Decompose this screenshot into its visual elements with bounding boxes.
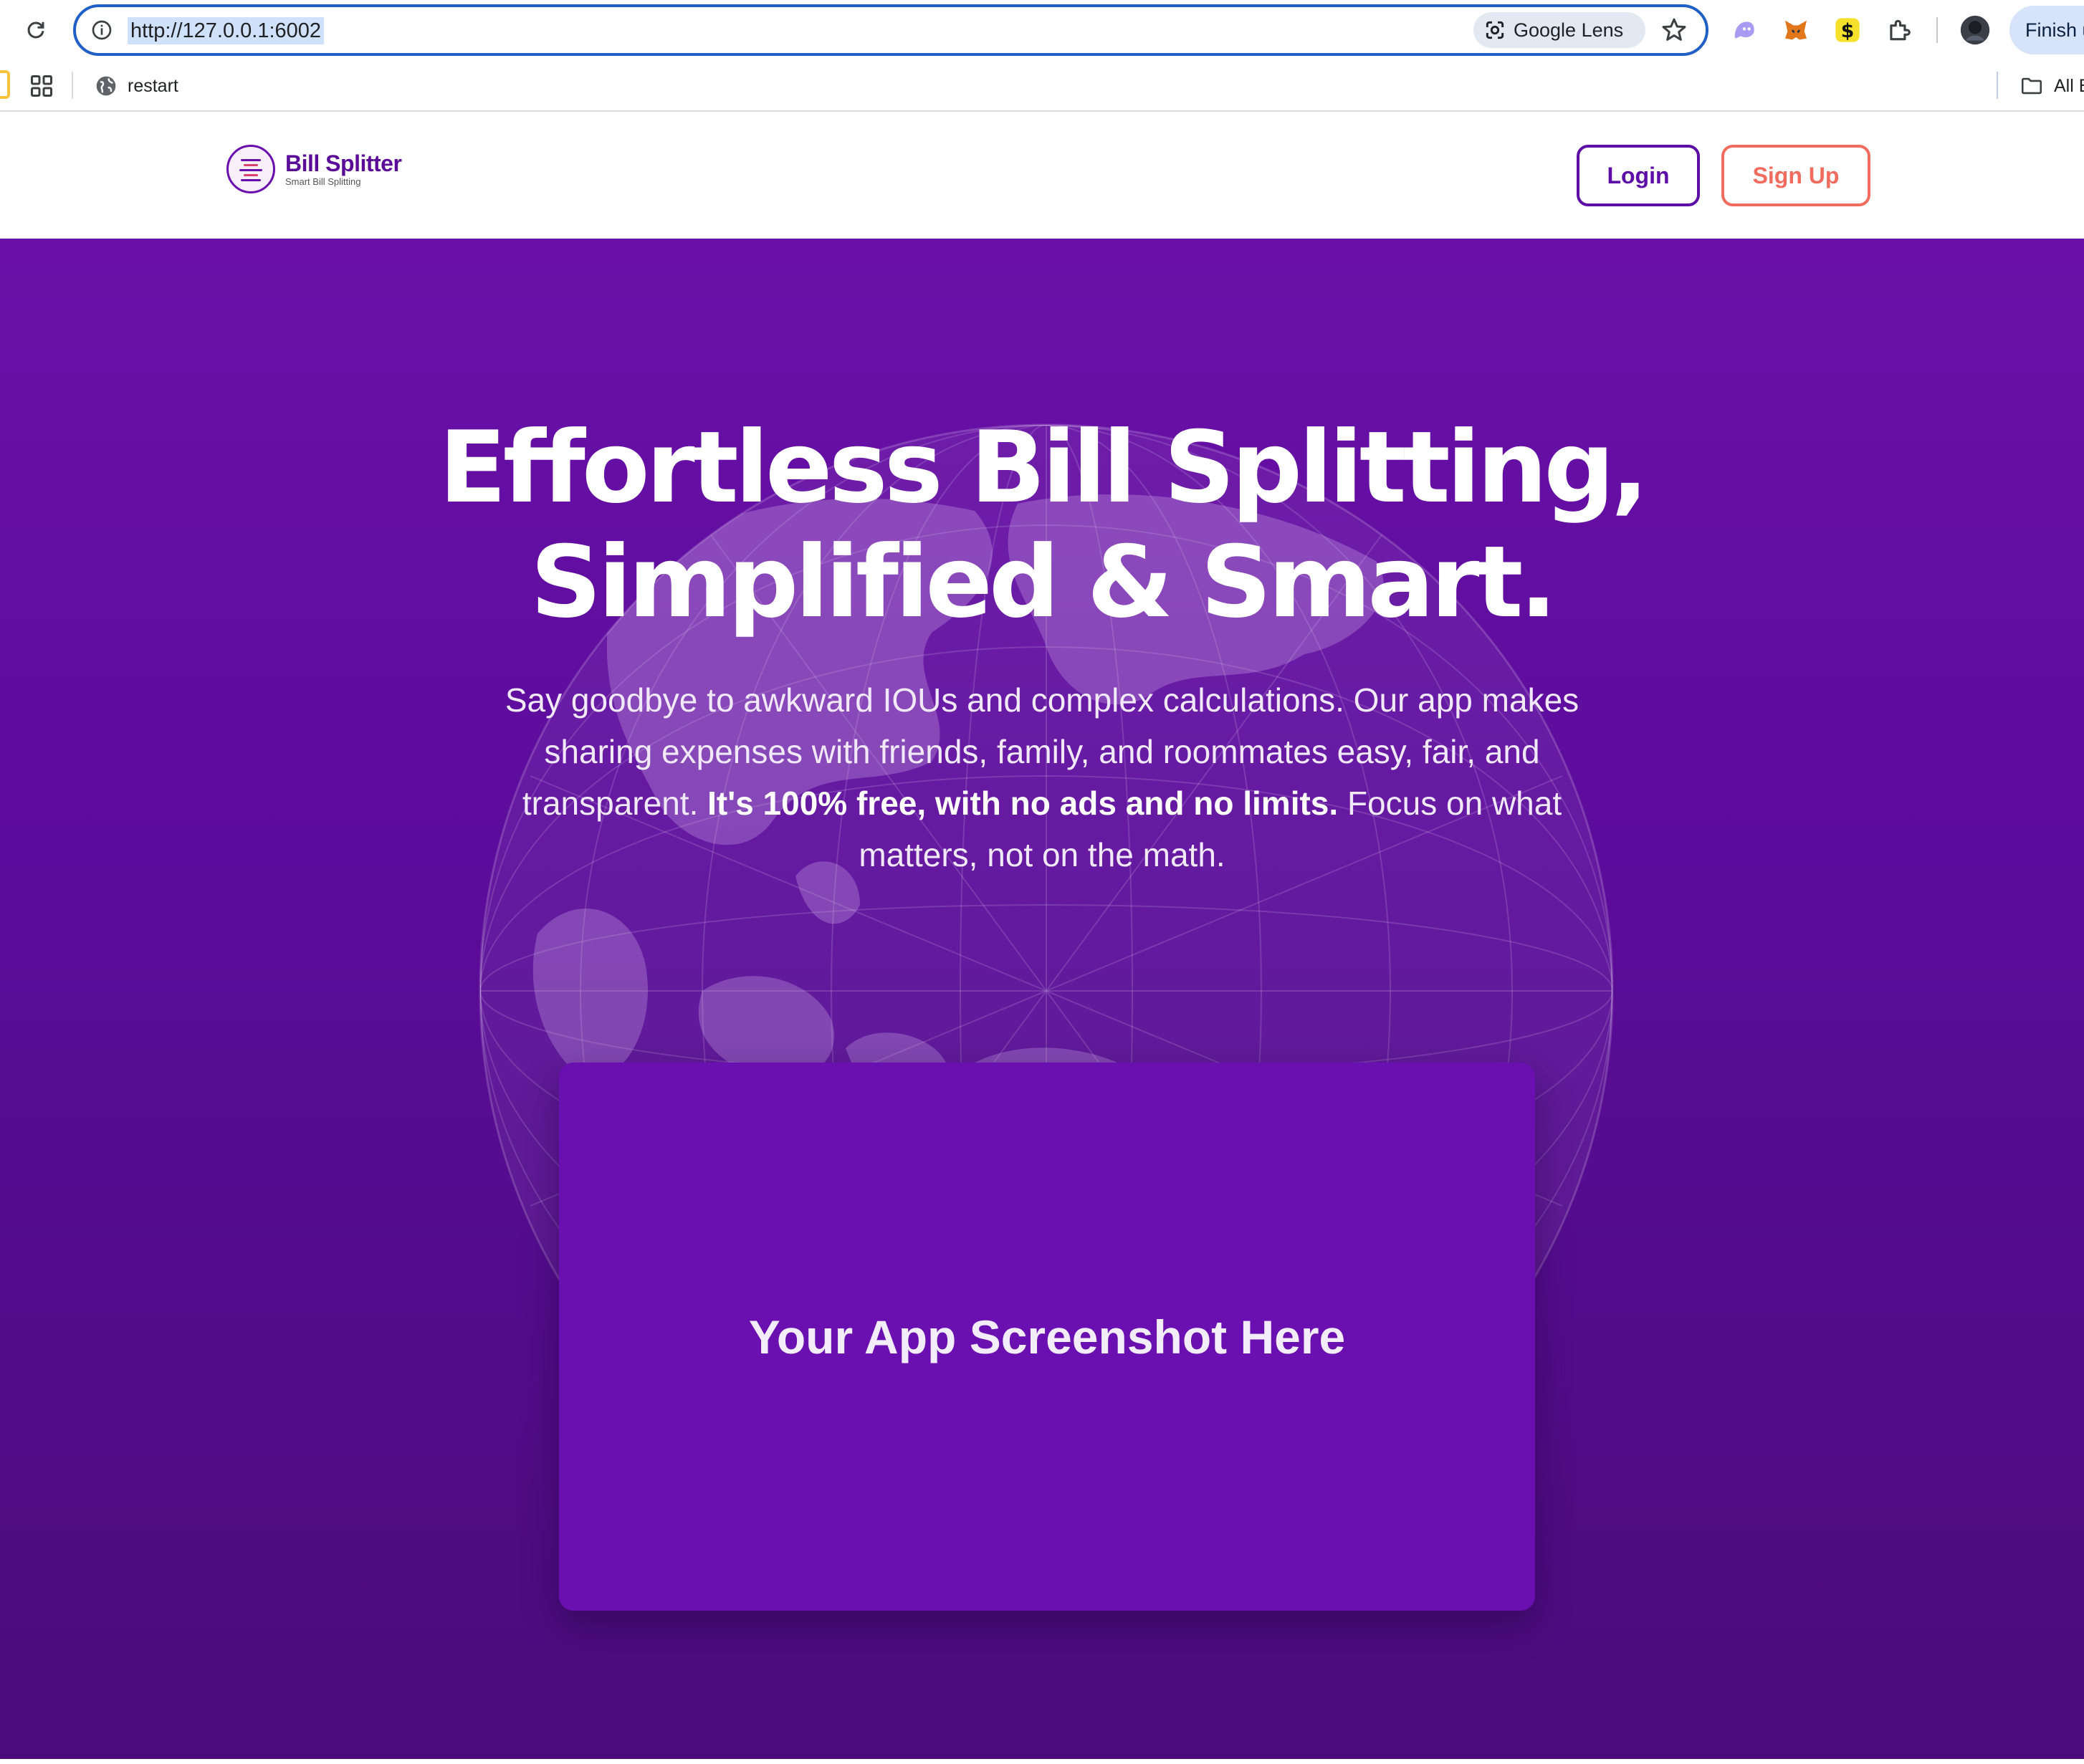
reload-icon[interactable] — [21, 16, 50, 44]
bookmark-restart[interactable]: restart — [95, 70, 178, 102]
bookmarks-bar: restart All Bookmarks — [0, 60, 2084, 112]
signup-button[interactable]: Sign Up — [1721, 145, 1870, 206]
all-bookmarks-button[interactable]: All Bookmarks — [2020, 70, 2084, 102]
toolbar-divider — [1936, 17, 1938, 43]
site-header: Bill Splitter Smart Bill Splitting Login… — [0, 113, 2084, 239]
login-button[interactable]: Login — [1577, 145, 1700, 206]
url-text[interactable]: http://127.0.0.1:6002 — [128, 17, 325, 44]
hero-subtitle-highlight: It's 100% free, with no ads and no limit… — [707, 785, 1339, 822]
extensions-puzzle-icon[interactable] — [1883, 14, 1915, 46]
metamask-extension-icon[interactable] — [1780, 14, 1812, 46]
hero-subtitle: Say goodbye to awkward IOUs and complex … — [469, 674, 1615, 881]
page-bottom-edge — [0, 1759, 2084, 1764]
hero-title: Effortless Bill Splitting, Simplified & … — [325, 411, 1759, 640]
hero-title-line-2: Simplified & Smart. — [530, 524, 1557, 640]
bookmarks-divider — [72, 72, 73, 99]
bill-splitter-logo-icon — [226, 145, 275, 193]
bookmarks-divider-right — [1997, 72, 1998, 99]
site-info-icon[interactable] — [90, 19, 113, 42]
profile-avatar-icon[interactable] — [1959, 14, 1991, 46]
hero-section: Effortless Bill Splitting, Simplified & … — [0, 239, 2084, 1759]
brand-tagline: Smart Bill Splitting — [285, 176, 361, 187]
screenshot-placeholder-text: Your App Screenshot Here — [748, 1310, 1346, 1363]
ghost-extension-icon[interactable] — [1729, 14, 1760, 46]
google-lens-label: Google Lens — [1514, 19, 1624, 41]
bookmark-star-icon[interactable] — [1660, 16, 1688, 44]
brand-name: Bill Splitter — [285, 150, 402, 176]
bookmark-label: restart — [128, 75, 178, 96]
hero-title-line-1: Effortless Bill Splitting, — [439, 410, 1648, 525]
google-lens-button[interactable]: Google Lens — [1473, 12, 1645, 48]
finish-update-button[interactable]: Finish update — [2009, 6, 2084, 54]
dollar-extension-icon[interactable]: $ — [1832, 14, 1863, 46]
address-bar[interactable]: http://127.0.0.1:6002 Google Lens — [73, 4, 1708, 56]
browser-toolbar: http://127.0.0.1:6002 Google Lens $ Fini… — [0, 0, 2084, 60]
globe-favicon-icon — [96, 76, 116, 96]
all-bookmarks-label: All Bookmarks — [2054, 75, 2084, 96]
app-screenshot-placeholder: Your App Screenshot Here — [559, 1063, 1535, 1611]
google-lens-icon — [1486, 21, 1504, 39]
brand-link[interactable]: Bill Splitter Smart Bill Splitting — [226, 145, 402, 193]
folder-icon — [2021, 77, 2042, 95]
svg-text:$: $ — [1841, 20, 1855, 42]
bookmark-edge-icon[interactable] — [0, 70, 10, 99]
apps-grid-icon[interactable] — [29, 73, 54, 99]
